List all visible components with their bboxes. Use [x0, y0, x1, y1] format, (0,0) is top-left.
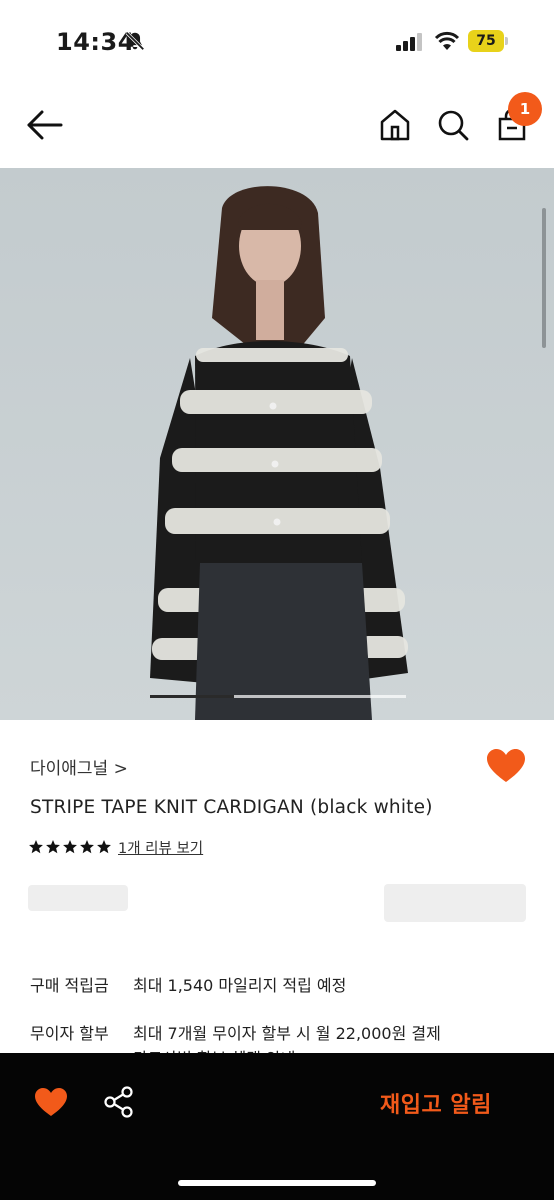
cart-count-badge: 1	[508, 92, 542, 126]
carousel-progress-fill	[150, 695, 235, 698]
star-icon	[97, 840, 111, 854]
star-rating	[28, 839, 112, 855]
coupon-button-placeholder[interactable]	[384, 884, 526, 922]
battery-icon: 75	[468, 30, 508, 52]
wifi-icon	[434, 31, 460, 50]
bell-slash-icon	[125, 31, 145, 51]
product-image-carousel[interactable]	[0, 168, 554, 720]
battery-level: 75	[468, 30, 504, 52]
arrow-left-icon[interactable]	[26, 110, 64, 140]
detail-value: 최대 7개월 무이자 할부 시 월 22,000원 결제	[133, 1024, 441, 1043]
star-icon	[46, 840, 60, 854]
restock-alert-button[interactable]: 재입고 알림	[380, 1087, 492, 1119]
image-scroll-indicator	[542, 208, 546, 348]
price-placeholder	[28, 885, 128, 911]
bottom-action-bar: 재입고 알림	[0, 1053, 554, 1200]
signal-icon	[396, 33, 422, 51]
share-icon[interactable]	[102, 1085, 136, 1119]
top-nav	[0, 80, 554, 168]
brand-link[interactable]: 다이애그널 >	[30, 754, 128, 779]
heart-icon[interactable]	[34, 1087, 68, 1117]
star-icon	[63, 840, 77, 854]
product-title: STRIPE TAPE KNIT CARDIGAN (black white)	[30, 797, 433, 818]
star-icon	[29, 840, 43, 854]
detail-value: 최대 1,540 마일리지 적립 예정	[133, 976, 347, 995]
star-icon	[80, 840, 94, 854]
detail-label: 무이자 할부	[30, 1024, 109, 1043]
heart-icon[interactable]	[486, 748, 526, 784]
battery-tip	[505, 37, 508, 45]
search-icon[interactable]	[436, 108, 470, 142]
home-indicator	[178, 1180, 376, 1186]
review-link[interactable]: 1개 리뷰 보기	[118, 837, 203, 858]
home-icon[interactable]	[378, 108, 412, 142]
detail-label: 구매 적립금	[30, 976, 109, 995]
rating-row: 1개 리뷰 보기	[28, 836, 203, 858]
status-bar: 14:34 75	[0, 0, 554, 80]
product-photo	[0, 168, 554, 720]
